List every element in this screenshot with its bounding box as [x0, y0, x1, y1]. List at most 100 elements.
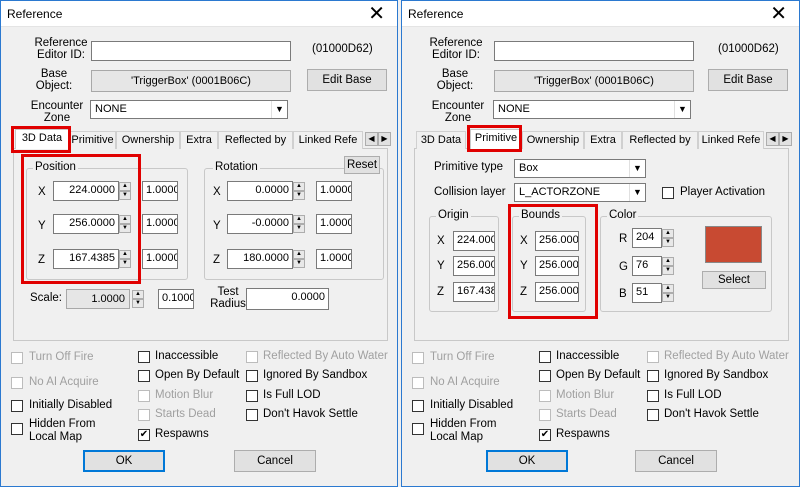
initially-disabled-label: Initially Disabled — [430, 399, 514, 411]
motion-blur-checkbox[interactable] — [539, 390, 551, 402]
respawns-checkbox[interactable]: ✔ — [138, 429, 150, 441]
reflected-by-auto-water-checkbox[interactable] — [647, 351, 659, 363]
ignored-by-sandbox-checkbox[interactable] — [647, 370, 659, 382]
dont-havok-settle-checkbox[interactable] — [246, 409, 258, 421]
starts-dead-label: Starts Dead — [556, 408, 617, 420]
turn-off-fire-checkbox[interactable] — [412, 352, 424, 364]
player-activation-checkbox[interactable] — [662, 187, 674, 199]
origin-y-field[interactable]: 256.000 — [453, 256, 495, 276]
tab-linked-ref[interactable]: Linked Refe — [698, 131, 764, 149]
open-by-default-checkbox[interactable] — [138, 370, 150, 382]
rotation-z-spinner[interactable]: ▲ ▼ — [293, 250, 305, 268]
close-icon[interactable]: ✕ — [770, 2, 787, 24]
rotation-y-spinner[interactable]: ▲ ▼ — [293, 215, 305, 233]
hidden-from-local-map-checkbox[interactable] — [11, 423, 23, 435]
title-bar[interactable]: Reference ✕ — [1, 1, 397, 27]
respawns-label: Respawns — [556, 428, 610, 440]
inaccessible-checkbox[interactable] — [539, 351, 551, 363]
turn-off-fire-checkbox[interactable] — [11, 352, 23, 364]
cancel-button[interactable]: Cancel — [635, 450, 717, 472]
position-x-scale-field[interactable]: 1.0000 — [142, 181, 178, 201]
color-r-spinner[interactable]: ▲ ▼ — [662, 229, 674, 247]
initially-disabled-checkbox[interactable] — [412, 400, 424, 412]
color-label: Color — [607, 209, 639, 221]
cancel-button[interactable]: Cancel — [234, 450, 316, 472]
select-color-button[interactable]: Select — [702, 271, 766, 289]
reflected-by-auto-water-checkbox[interactable] — [246, 351, 258, 363]
tab-ownership[interactable]: Ownership — [116, 131, 180, 149]
tab-scroll-right-icon[interactable]: ▶ — [378, 132, 391, 146]
is-full-lod-checkbox[interactable] — [647, 390, 659, 402]
is-full-lod-checkbox[interactable] — [246, 390, 258, 402]
tab-ownership[interactable]: Ownership — [522, 131, 584, 149]
ignored-by-sandbox-checkbox[interactable] — [246, 370, 258, 382]
position-y-scale-field[interactable]: 1.0000 — [142, 214, 178, 234]
inaccessible-checkbox[interactable] — [138, 351, 150, 363]
ok-button[interactable]: OK — [486, 450, 568, 472]
dont-havok-settle-label: Don't Havok Settle — [664, 408, 759, 420]
color-r-field[interactable]: 204 — [632, 228, 662, 248]
primitive-type-select[interactable]: Box ▼ — [514, 159, 646, 178]
tab-scroll-left-icon[interactable]: ◀ — [766, 132, 779, 146]
no-ai-acquire-checkbox[interactable] — [11, 377, 23, 389]
origin-x-field[interactable]: 224.000 — [453, 231, 495, 251]
rotation-z-scale-field[interactable]: 1.0000 — [316, 249, 352, 269]
color-g-field[interactable]: 76 — [632, 256, 662, 276]
rotation-y-label: Y — [213, 220, 221, 232]
tab-scroll-right-icon[interactable]: ▶ — [779, 132, 792, 146]
turn-off-fire-label: Turn Off Fire — [430, 351, 495, 363]
tab-3d-data[interactable]: 3D Data — [416, 131, 466, 149]
test-radius-field[interactable]: 0.0000 — [246, 288, 329, 310]
collision-layer-select[interactable]: L_ACTORZONE ▼ — [514, 183, 646, 202]
editor-id-field[interactable] — [494, 41, 694, 61]
chevron-down-icon: ▼ — [629, 184, 645, 201]
encounter-zone-select[interactable]: NONE ▼ — [90, 100, 288, 119]
title-bar[interactable]: Reference ✕ — [402, 1, 799, 27]
tab-reflected-by[interactable]: Reflected by — [218, 131, 293, 149]
respawns-checkbox[interactable]: ✔ — [539, 429, 551, 441]
tab-scroll-left-icon[interactable]: ◀ — [365, 132, 378, 146]
edit-base-button[interactable]: Edit Base — [708, 69, 788, 91]
encounter-zone-select[interactable]: NONE ▼ — [493, 100, 691, 119]
motion-blur-checkbox[interactable] — [138, 390, 150, 402]
dont-havok-settle-checkbox[interactable] — [647, 409, 659, 421]
rotation-z-field[interactable]: 180.0000 — [227, 249, 293, 269]
tab-linked-ref[interactable]: Linked Refe — [293, 131, 363, 149]
initially-disabled-checkbox[interactable] — [11, 400, 23, 412]
rotation-y-scale-field[interactable]: 1.0000 — [316, 214, 352, 234]
rotation-x-field[interactable]: 0.0000 — [227, 181, 293, 201]
starts-dead-checkbox[interactable] — [138, 409, 150, 421]
tab-extra[interactable]: Extra — [180, 131, 218, 149]
rotation-y-field[interactable]: -0.0000 — [227, 214, 293, 234]
tab-reflected-by[interactable]: Reflected by — [622, 131, 698, 149]
rotation-z-label: Z — [213, 254, 221, 266]
scale-secondary-field[interactable]: 0.1000 — [158, 289, 194, 309]
rotation-x-spinner[interactable]: ▲ ▼ — [293, 182, 305, 200]
origin-z-field[interactable]: 167.438 — [453, 282, 495, 302]
color-g-spinner[interactable]: ▲ ▼ — [662, 257, 674, 275]
reset-button[interactable]: Reset — [344, 156, 380, 174]
editor-id-field[interactable] — [91, 41, 291, 61]
tab-extra[interactable]: Extra — [584, 131, 622, 149]
color-b-field[interactable]: 51 — [632, 283, 662, 303]
color-b-spinner[interactable]: ▲ ▼ — [662, 284, 674, 302]
close-icon[interactable]: ✕ — [368, 2, 385, 24]
highlight-bounds — [508, 204, 598, 319]
encounter-zone-label: Encounter Zone — [431, 100, 485, 124]
chevron-down-icon: ▼ — [674, 101, 690, 118]
no-ai-acquire-checkbox[interactable] — [412, 377, 424, 389]
respawns-label: Respawns — [155, 428, 209, 440]
scale-spinner[interactable]: ▲ ▼ — [132, 290, 144, 308]
position-z-scale-field[interactable]: 1.0000 — [142, 249, 178, 269]
color-g-label: G — [619, 261, 628, 273]
open-by-default-checkbox[interactable] — [539, 370, 551, 382]
rotation-x-scale-field[interactable]: 1.0000 — [316, 181, 352, 201]
starts-dead-checkbox[interactable] — [539, 409, 551, 421]
is-full-lod-label: Is Full LOD — [664, 389, 722, 401]
tab-primitive[interactable]: Primitive — [69, 131, 116, 149]
reflected-by-auto-water-label: Reflected By Auto Water — [664, 350, 789, 362]
edit-base-button[interactable]: Edit Base — [307, 69, 387, 91]
ok-button[interactable]: OK — [83, 450, 165, 472]
hidden-from-local-map-checkbox[interactable] — [412, 423, 424, 435]
origin-y-label: Y — [437, 260, 445, 272]
